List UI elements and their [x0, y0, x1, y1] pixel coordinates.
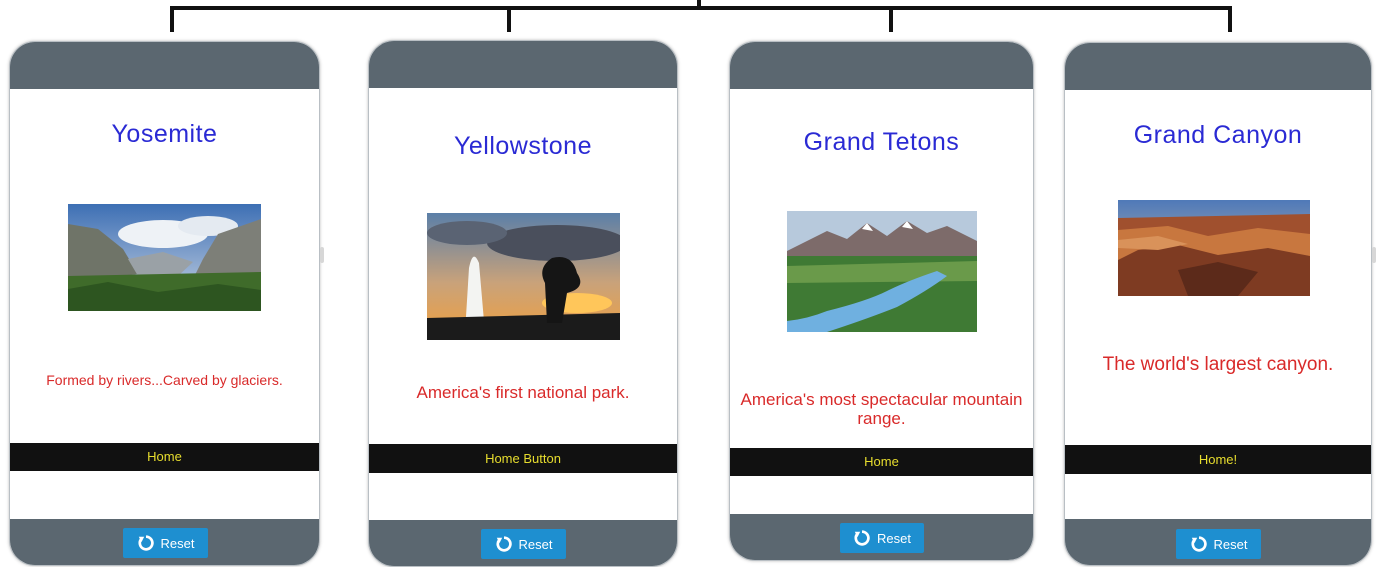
- screen-grand-tetons: Grand Tetons America's most spectacular …: [729, 41, 1034, 561]
- reset-button[interactable]: Reset: [481, 529, 566, 559]
- screen-header: [730, 42, 1033, 89]
- refresh-icon: [854, 530, 870, 546]
- reset-label: Reset: [877, 530, 911, 546]
- refresh-icon: [137, 535, 154, 551]
- home-button[interactable]: Home Button: [369, 444, 677, 473]
- screen-header: [1065, 43, 1371, 90]
- screen-caption: The world's largest canyon.: [1102, 354, 1334, 375]
- screen-title: Yellowstone: [453, 132, 592, 160]
- connector-drop: [507, 6, 511, 32]
- refresh-icon: [495, 536, 512, 552]
- screen-header: [10, 42, 319, 89]
- screen-yellowstone: Yellowstone America's first national par…: [368, 40, 678, 567]
- yellowstone-photo: [427, 213, 620, 340]
- grand-canyon-photo: [1118, 200, 1310, 296]
- refresh-icon: [1190, 536, 1207, 552]
- connector-drop: [170, 6, 174, 32]
- reset-button[interactable]: Reset: [840, 523, 924, 553]
- screen-caption: America's first national park.: [416, 383, 630, 402]
- screen-title: Grand Canyon: [1133, 121, 1303, 149]
- screen-grand-canyon: Grand Canyon The world's largest canyon.…: [1064, 42, 1372, 566]
- home-button[interactable]: Home!: [1065, 445, 1371, 474]
- yosemite-photo: [68, 204, 261, 311]
- reset-label: Reset: [160, 535, 195, 551]
- connector-drop: [889, 6, 893, 32]
- screen-caption: Formed by rivers...Carved by glaciers.: [46, 372, 283, 388]
- resize-handle[interactable]: [1372, 247, 1376, 263]
- connector-bar: [170, 6, 1232, 10]
- home-button[interactable]: Home: [10, 443, 319, 471]
- reset-button[interactable]: Reset: [1176, 529, 1261, 559]
- home-button[interactable]: Home: [730, 448, 1033, 476]
- connector-drop: [1228, 6, 1232, 32]
- screen-yosemite: Yosemite Formed by rivers...Carved by gl…: [9, 41, 320, 566]
- reset-label: Reset: [518, 536, 553, 552]
- screen-title: Yosemite: [111, 120, 218, 148]
- grand-tetons-photo: [787, 211, 977, 332]
- flow-connector: [0, 0, 1377, 40]
- resize-handle[interactable]: [320, 247, 324, 263]
- reset-label: Reset: [1213, 536, 1248, 552]
- screen-header: [369, 41, 677, 88]
- reset-button[interactable]: Reset: [123, 528, 208, 558]
- screen-caption: America's most spectacular mountain rang…: [740, 390, 1023, 428]
- screen-title: Grand Tetons: [803, 128, 960, 156]
